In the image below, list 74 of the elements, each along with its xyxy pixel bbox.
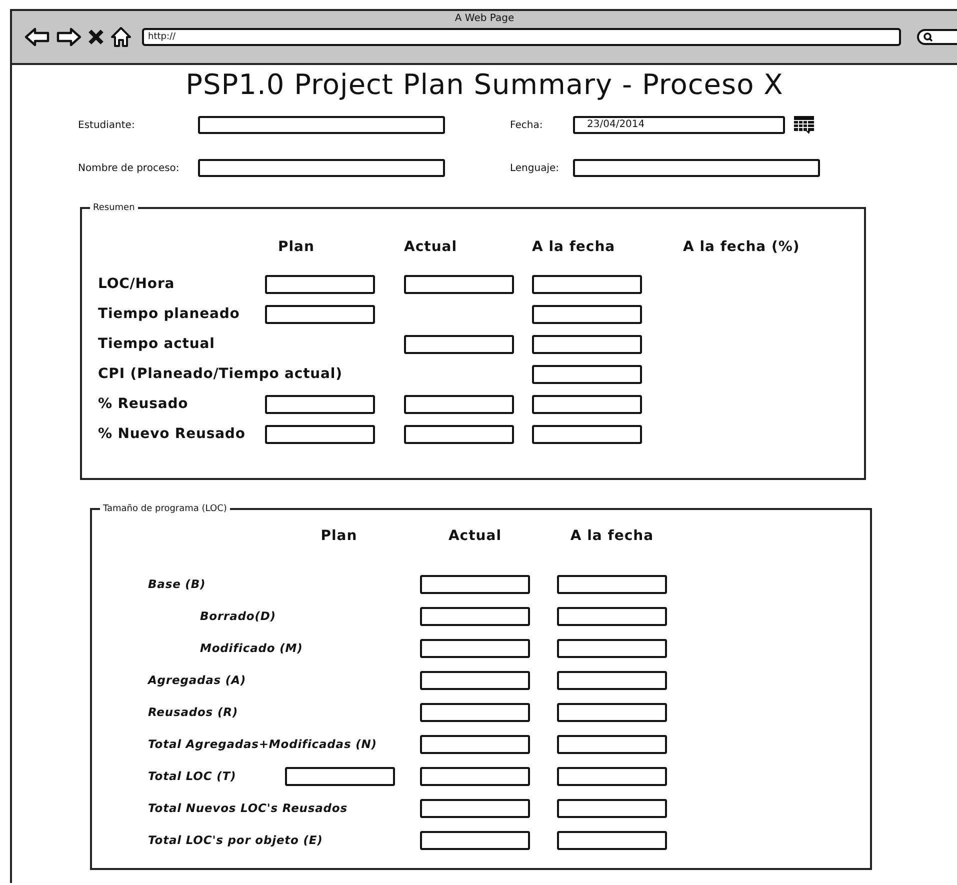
column-header: A la fecha (%)	[683, 239, 800, 255]
input-field[interactable]	[557, 574, 667, 594]
row-label: Agregadas (A)	[148, 673, 246, 687]
input-field[interactable]	[404, 424, 514, 444]
page-title: PSP1.0 Project Plan Summary - Proceso X	[186, 67, 784, 103]
column-header: A la fecha	[532, 239, 616, 255]
input-field[interactable]	[404, 334, 514, 354]
input-field[interactable]	[532, 364, 642, 384]
column-header: Plan	[320, 528, 358, 544]
input-field[interactable]	[557, 734, 667, 754]
input-field[interactable]	[420, 670, 530, 690]
input-field[interactable]	[285, 766, 395, 786]
field-label: Nombre de proceso:	[78, 162, 180, 174]
row-label: LOC/Hora	[98, 276, 175, 292]
group-legend: Tamaño de programa (LOC)	[100, 502, 230, 516]
row-label: Tiempo planeado	[98, 306, 240, 322]
input-field[interactable]	[557, 702, 667, 722]
column-header: Actual	[448, 528, 502, 544]
field-label: Estudiante:	[78, 120, 135, 130]
column-header: Plan	[278, 239, 314, 255]
input-field[interactable]	[557, 638, 667, 658]
input-field[interactable]	[532, 274, 642, 294]
input-field[interactable]	[557, 830, 667, 850]
input-field[interactable]	[265, 394, 375, 414]
input-field[interactable]	[573, 159, 820, 177]
input-field[interactable]	[265, 424, 375, 444]
url-field[interactable]: http://	[142, 28, 901, 46]
row-label: Base (B)	[148, 577, 206, 591]
search-field[interactable]	[917, 29, 957, 45]
input-field[interactable]	[420, 606, 530, 626]
input-field[interactable]	[420, 766, 530, 786]
input-field[interactable]	[265, 274, 375, 294]
input-field[interactable]	[557, 766, 667, 786]
row-label: Reusados (R)	[148, 705, 238, 719]
row-label: Total Nuevos LOC's Reusados	[148, 801, 348, 815]
input-field[interactable]	[420, 798, 530, 818]
input-field[interactable]	[404, 274, 514, 294]
input-field[interactable]	[198, 116, 445, 134]
close-icon[interactable]	[88, 29, 104, 45]
column-header: A la fecha	[570, 528, 654, 544]
input-field[interactable]	[532, 334, 642, 354]
home-icon[interactable]	[110, 26, 132, 48]
row-label: Total LOC (T)	[148, 769, 236, 783]
window-title: A Web Page	[454, 13, 516, 24]
input-field[interactable]	[420, 574, 530, 594]
input-field[interactable]	[420, 702, 530, 722]
field-label: Lenguaje:	[510, 162, 559, 174]
input-field[interactable]	[420, 638, 530, 658]
row-label: Total Agregadas+Modificadas (N)	[148, 737, 377, 751]
input-field[interactable]	[198, 159, 445, 177]
row-label: % Nuevo Reusado	[98, 426, 246, 442]
input-field[interactable]	[420, 830, 530, 850]
input-field[interactable]	[420, 734, 530, 754]
input-field[interactable]	[557, 670, 667, 690]
input-field[interactable]	[532, 304, 642, 324]
row-label: Tiempo actual	[98, 336, 215, 352]
back-icon[interactable]	[24, 27, 50, 47]
row-label: Borrado(D)	[199, 609, 276, 623]
row-label: Total LOC's por objeto (E)	[148, 833, 323, 847]
row-label: CPI (Planeado/Tiempo actual)	[98, 366, 342, 382]
calendar-icon[interactable]	[793, 115, 815, 135]
input-field[interactable]: 23/04/2014	[573, 116, 785, 134]
row-label: Modificado (M)	[199, 641, 303, 655]
input-field[interactable]	[557, 606, 667, 626]
input-field[interactable]	[557, 798, 667, 818]
column-header: Actual	[404, 239, 458, 255]
field-label: Fecha:	[510, 120, 543, 130]
search-icon	[923, 32, 933, 42]
row-label: % Reusado	[98, 396, 188, 412]
input-field[interactable]	[404, 394, 514, 414]
input-field[interactable]	[265, 304, 375, 324]
input-field[interactable]	[532, 394, 642, 414]
forward-icon[interactable]	[56, 27, 82, 47]
input-field[interactable]	[532, 424, 642, 444]
